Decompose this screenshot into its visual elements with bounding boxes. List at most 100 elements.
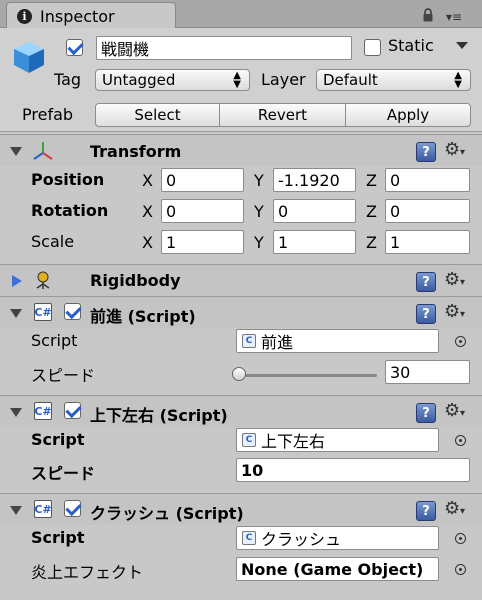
gear-icon[interactable]: ⚙: [444, 301, 465, 322]
script1-body: Script C 前進 スピード 30: [0, 328, 482, 396]
info-icon: i: [17, 8, 32, 24]
rigidbody-icon: [36, 271, 50, 289]
effect-label: 炎上エフェクト: [31, 563, 144, 582]
speed-label: スピード: [31, 464, 96, 483]
position-z-field[interactable]: 0: [385, 168, 470, 192]
gear-icon[interactable]: ⚙: [444, 498, 465, 519]
script2-header[interactable]: C# 上下左右 (Script) ? ⚙: [0, 395, 482, 427]
object-header: 戦闘機 Static Tag Untagged ▲ ▼ Layer Default…: [0, 28, 482, 132]
speed-slider-track[interactable]: [239, 374, 377, 377]
tab-label: Inspector: [40, 6, 115, 26]
panel-menu-icon[interactable]: ▾≡: [446, 10, 462, 24]
csharp-script-icon: C: [242, 433, 256, 447]
position-x-field[interactable]: 0: [161, 168, 244, 192]
foldout-arrow-icon[interactable]: [10, 147, 22, 156]
tab-inspector[interactable]: i Inspector: [6, 2, 176, 29]
script2-script-value: 上下左右: [261, 432, 326, 451]
script2-body: Script C 上下左右 スピード 10: [0, 427, 482, 493]
scale-x-axis-label: X: [142, 233, 153, 252]
rigidbody-header[interactable]: Rigidbody ? ⚙: [0, 264, 482, 296]
updown-arrow-icon: ▲ ▼: [233, 70, 241, 90]
help-book-icon[interactable]: ?: [416, 403, 436, 423]
tag-value: Untagged: [102, 71, 176, 89]
object-picker-icon[interactable]: [455, 435, 466, 446]
rotation-x-axis-label: X: [142, 202, 153, 221]
gameobject-cube-icon: [14, 42, 44, 73]
prefab-select-button[interactable]: Select: [95, 103, 220, 127]
object-picker-icon[interactable]: [455, 564, 466, 575]
csharp-script-icon: C#: [34, 303, 52, 321]
script3-title: クラッシュ (Script): [90, 504, 244, 523]
help-book-icon[interactable]: ?: [416, 501, 436, 521]
position-z-axis-label: Z: [366, 171, 377, 190]
tag-label: Tag: [54, 70, 82, 89]
object-picker-icon[interactable]: [455, 533, 466, 544]
static-label: Static: [388, 36, 434, 55]
speed-value-field[interactable]: 30: [385, 360, 470, 384]
csharp-script-icon: C: [242, 531, 256, 545]
lock-icon[interactable]: [423, 8, 433, 22]
position-y-field[interactable]: -1.1920: [273, 168, 356, 192]
transform-body: Position X 0 Y -1.1920 Z 0 Rotation X 0 …: [0, 166, 482, 263]
csharp-script-icon: C#: [34, 402, 52, 420]
active-checkbox[interactable]: [66, 39, 83, 56]
help-book-icon[interactable]: ?: [416, 304, 436, 324]
foldout-arrow-icon[interactable]: [10, 506, 22, 515]
layer-value: Default: [323, 71, 378, 89]
script2-enabled-checkbox[interactable]: [64, 402, 81, 419]
foldout-arrow-icon[interactable]: [10, 408, 22, 417]
prefab-revert-button[interactable]: Revert: [219, 103, 346, 127]
static-dropdown-arrow-icon[interactable]: [456, 42, 468, 49]
rigidbody-title: Rigidbody: [90, 271, 181, 290]
script3-header[interactable]: C# クラッシュ (Script) ? ⚙: [0, 493, 482, 525]
rotation-x-field[interactable]: 0: [161, 199, 244, 223]
help-book-icon[interactable]: ?: [416, 142, 436, 162]
position-x-axis-label: X: [142, 171, 153, 190]
transform-axes-icon: [33, 142, 53, 160]
rotation-z-field[interactable]: 0: [385, 199, 470, 223]
speed-slider-knob[interactable]: [232, 367, 246, 381]
tag-dropdown[interactable]: Untagged ▲ ▼: [95, 69, 250, 91]
rotation-y-field[interactable]: 0: [273, 199, 356, 223]
gear-icon[interactable]: ⚙: [444, 139, 465, 160]
tab-bar: i Inspector ▾≡: [0, 0, 482, 29]
prefab-label: Prefab: [22, 105, 74, 124]
prefab-apply-button[interactable]: Apply: [345, 103, 471, 127]
gear-icon[interactable]: ⚙: [444, 269, 465, 290]
static-checkbox[interactable]: [364, 39, 381, 56]
script-label: Script: [31, 331, 78, 350]
transform-header[interactable]: Transform ? ⚙: [0, 134, 482, 166]
scale-z-field[interactable]: 1: [385, 230, 470, 254]
script2-title: 上下左右 (Script): [90, 406, 228, 425]
updown-arrow-icon: ▲ ▼: [454, 70, 462, 90]
scale-y-field[interactable]: 1: [273, 230, 356, 254]
script1-header[interactable]: C# 前進 (Script) ? ⚙: [0, 296, 482, 328]
script3-script-value: クラッシュ: [261, 530, 342, 549]
script-label: Script: [31, 430, 85, 449]
foldout-collapsed-arrow-icon[interactable]: [12, 275, 22, 287]
scale-y-axis-label: Y: [254, 233, 264, 252]
script3-body: Script C クラッシュ 炎上エフェクト None (Game Object…: [0, 525, 482, 600]
script3-script-field[interactable]: C クラッシュ: [236, 526, 439, 550]
object-picker-icon[interactable]: [455, 336, 466, 347]
script1-enabled-checkbox[interactable]: [64, 303, 81, 320]
layer-dropdown[interactable]: Default ▲ ▼: [316, 69, 471, 91]
object-name-input[interactable]: 戦闘機: [96, 36, 352, 60]
effect-object-field[interactable]: None (Game Object): [236, 557, 439, 581]
position-label: Position: [31, 170, 105, 189]
gear-icon[interactable]: ⚙: [444, 400, 465, 421]
scale-x-field[interactable]: 1: [161, 230, 244, 254]
help-book-icon[interactable]: ?: [416, 272, 436, 292]
script1-title: 前進 (Script): [90, 307, 196, 326]
foldout-arrow-icon[interactable]: [10, 309, 22, 318]
rotation-z-axis-label: Z: [366, 202, 377, 221]
csharp-script-icon: C: [242, 334, 256, 348]
scale-z-axis-label: Z: [366, 233, 377, 252]
script1-script-field[interactable]: C 前進: [236, 329, 439, 353]
rotation-y-axis-label: Y: [254, 202, 264, 221]
script2-script-field[interactable]: C 上下左右: [236, 428, 439, 452]
speed-value-field[interactable]: 10: [236, 458, 470, 482]
layer-label: Layer: [261, 70, 306, 89]
speed-label: スピード: [31, 366, 96, 385]
script3-enabled-checkbox[interactable]: [64, 500, 81, 517]
